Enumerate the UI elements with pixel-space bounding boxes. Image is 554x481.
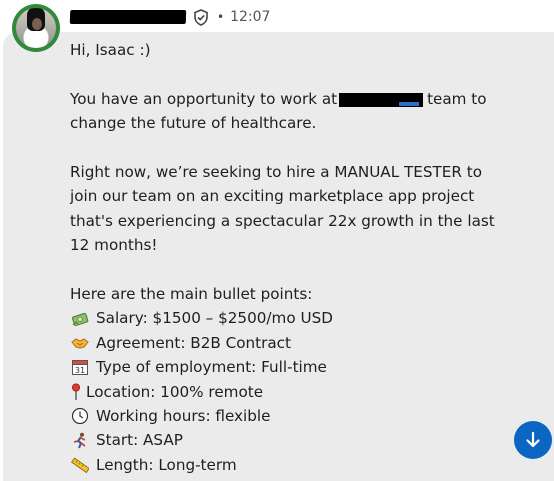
greeting: Hi, Isaac :) <box>70 41 151 59</box>
bullet-text: Start: ASAP <box>96 431 183 450</box>
calendar-icon: 31 <box>70 357 90 377</box>
chat-view: • 12:07 Hi, Isaac :) You have an opportu… <box>0 0 554 481</box>
calendar-day: 31 <box>75 366 85 375</box>
sender-avatar[interactable] <box>12 4 60 52</box>
pin-icon <box>70 382 82 402</box>
bullet-item: Working hours: flexible <box>70 404 530 428</box>
bullet-text: Type of employment: Full-time <box>96 358 327 377</box>
intro-line: You have an opportunity to work at team … <box>70 87 530 111</box>
paragraph-line: that's experiencing a spectacular 22x gr… <box>70 211 495 230</box>
paragraph-line: 12 months! <box>70 236 158 255</box>
redacted-company-link[interactable] <box>339 93 424 107</box>
message-body: Hi, Isaac :) You have an opportunity to … <box>70 38 530 477</box>
avatar-ring <box>12 4 60 52</box>
bullet-item: Start: ASAP <box>70 428 530 452</box>
money-icon <box>70 309 90 329</box>
scroll-to-bottom-button[interactable] <box>514 421 552 459</box>
ruler-icon <box>70 455 90 475</box>
clock-icon <box>70 406 90 426</box>
runner-icon <box>70 431 90 451</box>
bullet-text: Agreement: B2B Contract <box>96 333 291 352</box>
paragraph-line: Right now, we’re seeking to hire a MANUA… <box>70 163 482 181</box>
intro-text-pre: You have an opportunity to work at <box>70 89 338 108</box>
handshake-icon <box>70 333 90 353</box>
bullet-item: Salary: $1500 – $2500/mo USD <box>70 306 530 330</box>
intro-text-post: team to <box>427 89 487 108</box>
bullet-item: Location: 100% remote <box>70 380 530 404</box>
verified-shield-icon[interactable] <box>192 8 210 26</box>
bullet-item: 31 Type of employment: Full-time <box>70 355 530 379</box>
message-time: 12:07 <box>230 9 271 25</box>
bullet-item: Length: Long-term <box>70 453 530 477</box>
intro-line-2: change the future of healthcare. <box>70 114 317 133</box>
bullets-header: Here are the main bullet points: <box>70 285 313 304</box>
paragraph-line: join our team on an exciting marketplace… <box>70 187 475 206</box>
redacted-sender-name <box>69 10 187 24</box>
arrow-down-icon <box>526 431 540 448</box>
message-header: • 12:07 <box>69 5 271 29</box>
bullet-text: Location: 100% remote <box>86 382 264 401</box>
separator-dot: • <box>217 10 225 24</box>
bullet-text: Length: Long-term <box>96 455 237 474</box>
bullet-text: Salary: $1500 – $2500/mo USD <box>96 309 333 328</box>
bullet-text: Working hours: flexible <box>96 407 271 426</box>
bullet-item: Agreement: B2B Contract <box>70 331 530 355</box>
